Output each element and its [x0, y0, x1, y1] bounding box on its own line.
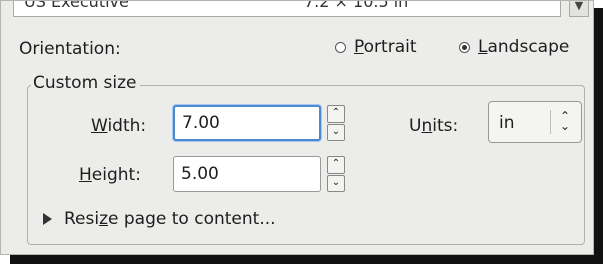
paper-size-list-row[interactable]: US Executive 7.2 × 10.5 in [13, 1, 561, 17]
width-label: Width: [91, 116, 147, 136]
resize-to-content-expander[interactable]: Resize page to content... [43, 209, 276, 229]
expander-triangle-icon [43, 213, 52, 225]
orientation-label: Orientation: [19, 39, 121, 59]
spin-up-icon[interactable]: ⌃ [327, 105, 345, 123]
height-input[interactable] [173, 156, 321, 192]
window-shadow-right [594, 8, 603, 264]
paper-size-dimensions: 7.2 × 10.5 in [304, 1, 409, 11]
units-label: Units: [409, 116, 459, 136]
landscape-radio[interactable]: Landscape [459, 37, 569, 57]
window-shadow-bottom [10, 255, 603, 264]
custom-size-title: Custom size [31, 73, 140, 93]
select-separator [550, 110, 551, 134]
paper-size-name: US Executive [24, 1, 129, 11]
landscape-label: Landscape [478, 37, 570, 57]
updown-chevron-icon: ⌃ ⌄ [559, 109, 571, 133]
units-select[interactable]: in ⌃ ⌄ [488, 101, 582, 143]
resize-to-content-label: Resize page to content... [64, 209, 276, 229]
width-input[interactable] [173, 105, 321, 141]
portrait-radio[interactable]: Portrait [335, 37, 417, 57]
radio-unchecked-icon [335, 41, 346, 53]
height-label: Height: [79, 165, 141, 185]
spin-down-icon[interactable]: ⌄ [327, 174, 345, 192]
spin-up-icon[interactable]: ⌃ [327, 156, 345, 174]
units-value: in [499, 113, 515, 133]
scroll-arrow-down-icon[interactable]: ▼ [569, 0, 589, 17]
height-spinner[interactable]: ⌃ ⌄ [327, 156, 345, 192]
width-spinner[interactable]: ⌃ ⌄ [327, 105, 345, 141]
portrait-label: Portrait [354, 37, 417, 57]
spin-down-icon[interactable]: ⌄ [327, 123, 345, 141]
radio-checked-icon [459, 41, 470, 53]
page-setup-panel: US Executive 7.2 × 10.5 in ▼ Orientation… [0, 0, 594, 255]
